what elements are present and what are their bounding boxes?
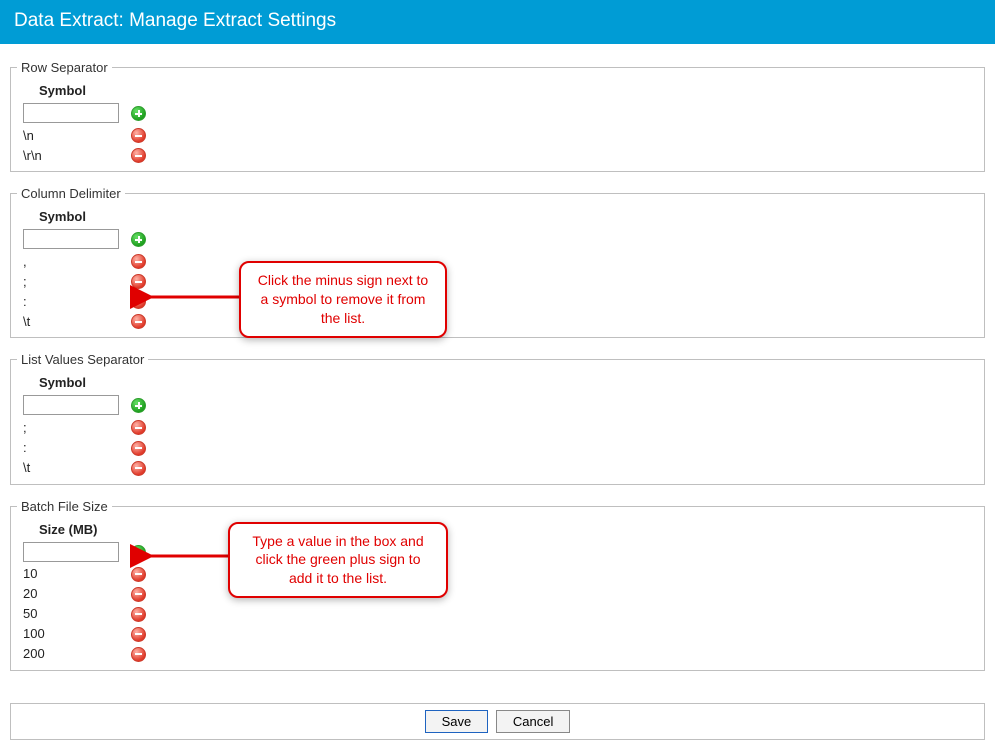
add-icon[interactable] — [131, 106, 146, 121]
list-item: 10 — [17, 564, 125, 584]
column-delimiter-legend: Column Delimiter — [17, 186, 125, 201]
list-item: : — [17, 291, 125, 311]
save-button[interactable]: Save — [425, 710, 489, 733]
footer-bar: Save Cancel — [10, 703, 985, 740]
list-item: ; — [17, 271, 125, 291]
column-delimiter-header: Symbol — [17, 207, 125, 227]
column-delimiter-input[interactable] — [23, 229, 119, 249]
page-title: Data Extract: Manage Extract Settings — [0, 0, 995, 44]
list-values-separator-legend: List Values Separator — [17, 352, 148, 367]
row-separator-input[interactable] — [23, 103, 119, 123]
remove-icon[interactable] — [131, 420, 146, 435]
batch-file-size-header: Size (MB) — [17, 520, 125, 540]
remove-icon[interactable] — [131, 274, 146, 289]
batch-file-size-section: Batch File Size Size (MB) 10 20 50 — [10, 499, 985, 671]
remove-icon[interactable] — [131, 607, 146, 622]
remove-icon[interactable] — [131, 587, 146, 602]
list-item: \t — [17, 311, 125, 331]
list-item: 200 — [17, 644, 125, 664]
cancel-button[interactable]: Cancel — [496, 710, 570, 733]
remove-icon[interactable] — [131, 627, 146, 642]
remove-icon[interactable] — [131, 441, 146, 456]
column-delimiter-section: Column Delimiter Symbol , ; : — [10, 186, 985, 338]
list-values-separator-header: Symbol — [17, 373, 125, 393]
remove-icon[interactable] — [131, 647, 146, 662]
list-item: 100 — [17, 624, 125, 644]
remove-icon[interactable] — [131, 314, 146, 329]
callout-add: Type a value in the box and click the gr… — [228, 522, 448, 599]
list-values-separator-input[interactable] — [23, 395, 119, 415]
list-item: ; — [17, 417, 125, 437]
list-values-separator-section: List Values Separator Symbol ; : \t — [10, 352, 985, 484]
batch-file-size-input[interactable] — [23, 542, 119, 562]
list-item: \r\n — [17, 145, 125, 165]
remove-icon[interactable] — [131, 567, 146, 582]
add-icon[interactable] — [131, 398, 146, 413]
remove-icon[interactable] — [131, 294, 146, 309]
add-icon[interactable] — [131, 545, 146, 560]
list-item: 50 — [17, 604, 125, 624]
list-item: \n — [17, 125, 125, 145]
list-item: \t — [17, 458, 125, 478]
remove-icon[interactable] — [131, 128, 146, 143]
row-separator-section: Row Separator Symbol \n \r\n — [10, 60, 985, 172]
list-item: : — [17, 437, 125, 457]
add-icon[interactable] — [131, 232, 146, 247]
remove-icon[interactable] — [131, 148, 146, 163]
callout-remove: Click the minus sign next to a symbol to… — [239, 261, 447, 338]
remove-icon[interactable] — [131, 461, 146, 476]
row-separator-legend: Row Separator — [17, 60, 112, 75]
row-separator-header: Symbol — [17, 81, 125, 101]
list-item: , — [17, 251, 125, 271]
remove-icon[interactable] — [131, 254, 146, 269]
list-item: 20 — [17, 584, 125, 604]
batch-file-size-legend: Batch File Size — [17, 499, 112, 514]
